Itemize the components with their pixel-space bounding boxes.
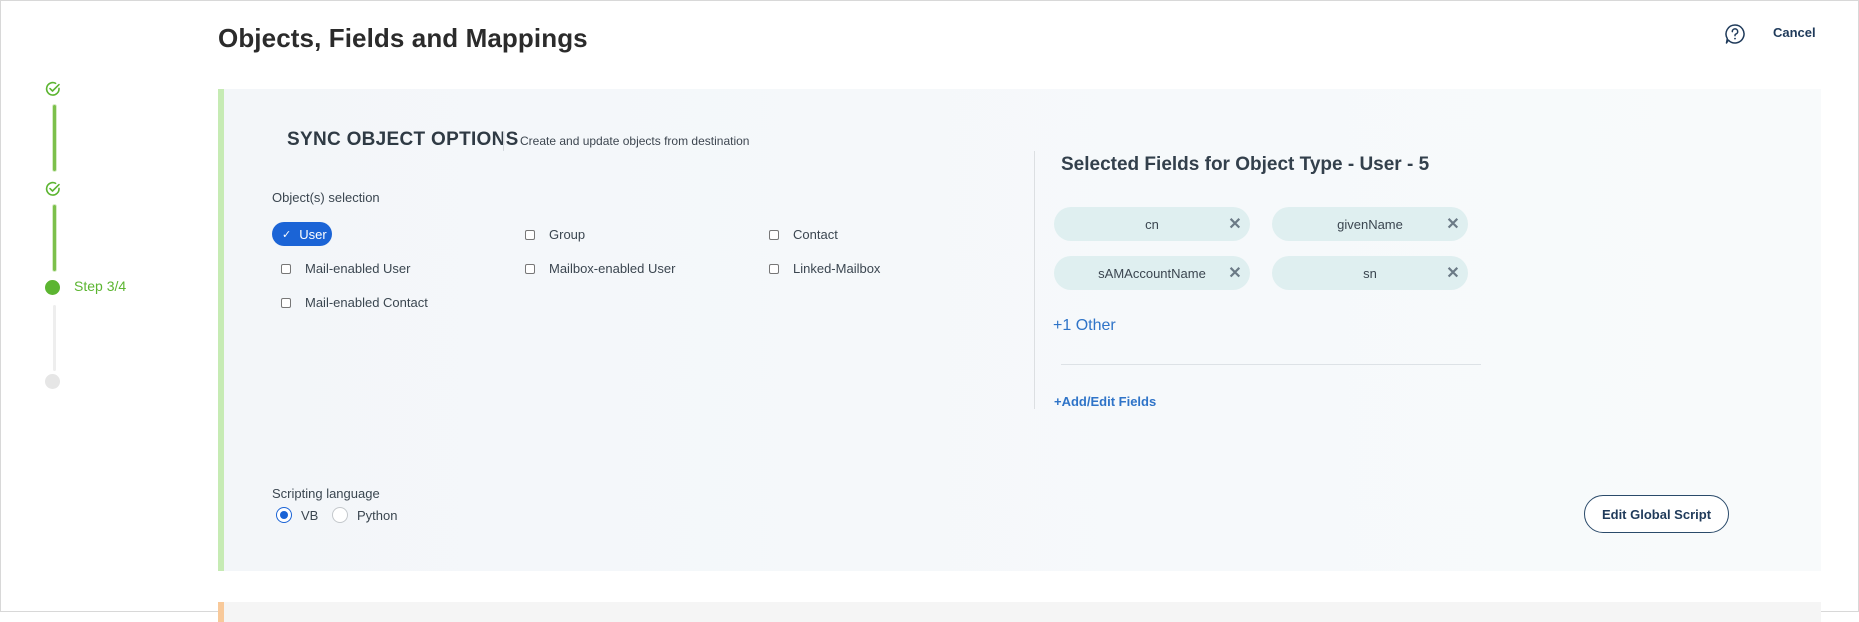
checkbox[interactable] [281, 263, 291, 274]
remove-field-icon[interactable]: ✕ [1438, 214, 1468, 234]
field-chip: sAMAccountName ✕ [1054, 256, 1250, 290]
scripting-option-label: VB [301, 507, 319, 523]
checkbox[interactable] [281, 297, 291, 308]
field-chip: sn ✕ [1272, 256, 1468, 290]
radio-button[interactable] [276, 507, 292, 523]
scripting-option-vb[interactable]: VB [276, 507, 318, 523]
object-option-mail-enabled-contact[interactable]: Mail-enabled Contact [281, 295, 428, 310]
field-name: sAMAccountName [1098, 265, 1206, 281]
selected-fields-title: Selected Fields for Object Type - User -… [1061, 154, 1430, 175]
field-name: givenName [1337, 216, 1403, 232]
object-option-label: Mail-enabled User [305, 261, 411, 276]
object-option-linked-mailbox[interactable]: Linked-Mailbox [769, 261, 880, 276]
remove-field-icon[interactable]: ✕ [1220, 214, 1250, 234]
checkbox[interactable] [769, 229, 779, 240]
section-description: Create and update objects from destinati… [520, 134, 750, 148]
current-step-dot [45, 280, 60, 295]
object-option-contact[interactable]: Contact [769, 227, 838, 242]
question-bubble-icon[interactable] [1724, 23, 1746, 45]
scripting-option-python[interactable]: Python [332, 507, 397, 523]
field-chip: cn ✕ [1054, 207, 1250, 241]
step-complete-check-icon [45, 181, 60, 196]
fields-divider [1061, 364, 1481, 365]
field-name: sn [1363, 265, 1377, 281]
sync-object-options-panel: SYNC OBJECT OPTIONS Create and update ob… [218, 89, 1821, 571]
object-option-label: Mailbox-enabled User [549, 261, 676, 276]
checkbox[interactable] [769, 263, 779, 274]
more-fields-link[interactable]: +1 Other [1053, 317, 1116, 335]
next-section-panel [218, 602, 1821, 622]
step-connector-complete [53, 205, 56, 271]
add-edit-fields-link[interactable]: +Add/Edit Fields [1054, 394, 1156, 409]
step-connector-complete [53, 105, 56, 171]
column-divider [1034, 151, 1035, 409]
checkbox[interactable] [525, 263, 535, 274]
object-option-group[interactable]: Group [525, 227, 585, 242]
step-complete-check-icon [45, 81, 60, 96]
current-step-label: Step 3/4 [74, 278, 127, 294]
scripting-option-label: Python [357, 507, 398, 523]
object-option-label: Linked-Mailbox [793, 261, 881, 276]
object-option-mailbox-enabled-user[interactable]: Mailbox-enabled User [525, 261, 675, 276]
object-option-mail-enabled-user[interactable]: Mail-enabled User [281, 261, 411, 276]
pending-step-dot [45, 374, 60, 389]
check-icon: ✓ [282, 228, 292, 241]
edit-global-script-button[interactable]: Edit Global Script [1584, 495, 1729, 533]
object-option-user[interactable]: ✓ User [272, 222, 332, 246]
page-title: Objects, Fields and Mappings [218, 23, 588, 53]
remove-field-icon[interactable]: ✕ [1438, 263, 1468, 283]
object-option-label: Mail-enabled Contact [305, 295, 428, 310]
object-option-label: Contact [793, 227, 838, 242]
cancel-link[interactable]: Cancel [1773, 25, 1816, 40]
objects-selection-label: Object(s) selection [272, 190, 380, 205]
section-title: SYNC OBJECT OPTIONS [287, 129, 519, 150]
checkbox[interactable] [525, 229, 535, 240]
object-option-label: Group [549, 227, 586, 242]
radio-button[interactable] [332, 507, 348, 523]
remove-field-icon[interactable]: ✕ [1220, 263, 1250, 283]
step-connector-pending [53, 305, 56, 371]
field-chip: givenName ✕ [1272, 207, 1468, 241]
scripting-language-label: Scripting language [272, 486, 380, 501]
title-divider [503, 131, 504, 151]
object-option-label: User [299, 226, 327, 242]
field-name: cn [1145, 216, 1159, 232]
